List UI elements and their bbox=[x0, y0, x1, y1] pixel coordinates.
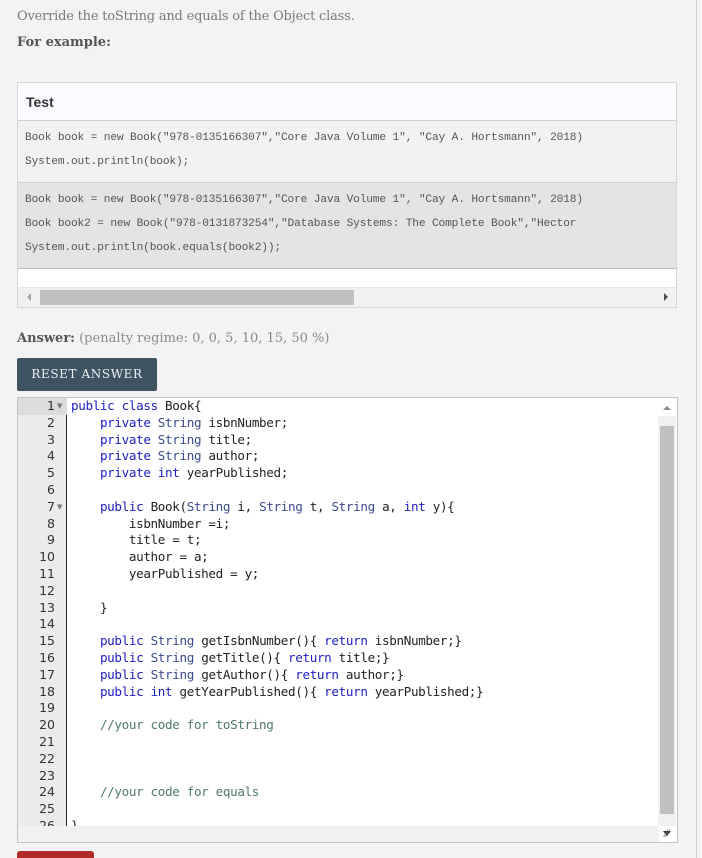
code-line: 8 isbnNumber =i; bbox=[18, 516, 658, 533]
line-number: 22 bbox=[39, 750, 55, 766]
code-line: 14 bbox=[18, 616, 658, 633]
scrollbar-thumb[interactable] bbox=[40, 290, 354, 305]
code-line: 4 private String author; bbox=[18, 448, 658, 465]
line-number: 17 bbox=[39, 666, 55, 682]
line-number: 23 bbox=[39, 767, 55, 783]
line-number: 5 bbox=[47, 465, 55, 481]
line-number: 2 bbox=[47, 414, 55, 430]
line-number: 6 bbox=[47, 481, 55, 497]
test-column-header: Test bbox=[18, 83, 676, 121]
test-table-horizontal-scrollbar[interactable] bbox=[18, 287, 676, 307]
code-line: 12 bbox=[18, 583, 658, 600]
test-code-line: Book book = new Book("978-0135166307","C… bbox=[25, 194, 583, 206]
code-line: 25 bbox=[18, 801, 658, 818]
test-row: Book book = new Book("978-0135166307","C… bbox=[18, 183, 676, 269]
line-number: 1 bbox=[47, 398, 55, 413]
line-number: 11 bbox=[39, 565, 55, 581]
answer-heading: Answer: bbox=[17, 331, 75, 346]
line-number: 21 bbox=[39, 733, 55, 749]
code-line: 17 public String getAuthor(){ return aut… bbox=[18, 667, 658, 684]
check-button[interactable] bbox=[17, 851, 94, 858]
line-number: 4 bbox=[47, 448, 55, 464]
fold-arrow-icon[interactable]: ▼ bbox=[57, 398, 62, 415]
line-number: 7 bbox=[47, 498, 55, 514]
code-line: 24 //your code for equals bbox=[18, 784, 658, 801]
code-line: 22 bbox=[18, 751, 658, 768]
reset-answer-button[interactable]: RESET ANSWER bbox=[17, 358, 157, 391]
line-number: 3 bbox=[47, 431, 55, 447]
code-line: 21 bbox=[18, 734, 658, 751]
code-line: 5 private int yearPublished; bbox=[18, 465, 658, 482]
scroll-right-arrow-icon[interactable] bbox=[664, 293, 668, 301]
line-number: 15 bbox=[39, 633, 55, 649]
code-line: 19 bbox=[18, 700, 658, 717]
test-code-line: Book book2 = new Book("978-0131873254","… bbox=[25, 218, 577, 230]
editor-vertical-scrollbar[interactable] bbox=[658, 406, 676, 836]
code-line: 11 yearPublished = y; bbox=[18, 566, 658, 583]
code-line: 16 public String getTitle(){ return titl… bbox=[18, 650, 658, 667]
resize-handle-icon[interactable]: ⁄⁄ bbox=[665, 830, 675, 840]
code-line: 15 public String getIsbnNumber(){ return… bbox=[18, 633, 658, 650]
code-line: 10 author = a; bbox=[18, 549, 658, 566]
question-prompt: Override the toString and equals of the … bbox=[17, 9, 355, 24]
code-line: 1 ▼ public class Book{ bbox=[18, 398, 658, 415]
code-line: 2 private String isbnNumber; bbox=[18, 415, 658, 432]
line-number: 18 bbox=[39, 683, 55, 699]
code-line: 3 private String title; bbox=[18, 432, 658, 449]
line-number: 25 bbox=[39, 801, 55, 817]
line-number: 13 bbox=[39, 599, 55, 615]
test-code-line: Book book = new Book("978-0135166307","C… bbox=[25, 132, 583, 144]
code-line: 9 title = t; bbox=[18, 532, 658, 549]
test-code-line: System.out.println(book.equals(book2)); bbox=[25, 242, 281, 254]
line-number: 19 bbox=[39, 700, 55, 716]
scroll-up-arrow-icon[interactable] bbox=[663, 406, 671, 410]
test-row: Book book = new Book("978-0135166307","C… bbox=[18, 121, 676, 183]
scrollbar-thumb[interactable] bbox=[660, 426, 674, 814]
code-line: 13 } bbox=[18, 600, 658, 617]
line-number: 12 bbox=[39, 582, 55, 598]
line-number: 20 bbox=[39, 717, 55, 733]
test-table: Test Book book = new Book("978-013516630… bbox=[17, 82, 677, 308]
for-example-label: For example: bbox=[17, 35, 111, 50]
code-line: 7 ▼ public Book(String i, String t, Strin… bbox=[18, 499, 658, 516]
code-line: 23 bbox=[18, 768, 658, 785]
code-editor[interactable]: 1 ▼ public class Book{ 2 private String is… bbox=[17, 397, 678, 843]
line-number: 14 bbox=[39, 616, 55, 632]
code-line: 18 public int getYearPublished(){ return… bbox=[18, 684, 658, 701]
answer-label: Answer: (penalty regime: 0, 0, 5, 10, 15… bbox=[17, 331, 329, 346]
editor-horizontal-scrollbar[interactable] bbox=[18, 826, 659, 842]
line-number: 8 bbox=[47, 515, 55, 531]
line-number: 9 bbox=[47, 532, 55, 548]
test-code-line: System.out.println(book); bbox=[25, 156, 190, 168]
page-right-border bbox=[696, 0, 697, 858]
penalty-regime: (penalty regime: 0, 0, 5, 10, 15, 50 %) bbox=[79, 331, 330, 346]
line-number: 10 bbox=[39, 549, 55, 565]
line-number: 24 bbox=[39, 784, 55, 800]
line-number: 16 bbox=[39, 649, 55, 665]
fold-arrow-icon[interactable]: ▼ bbox=[57, 499, 62, 516]
code-line: 6 bbox=[18, 482, 658, 499]
code-line: 20 //your code for toString bbox=[18, 717, 658, 734]
scroll-left-arrow-icon[interactable] bbox=[27, 293, 31, 301]
